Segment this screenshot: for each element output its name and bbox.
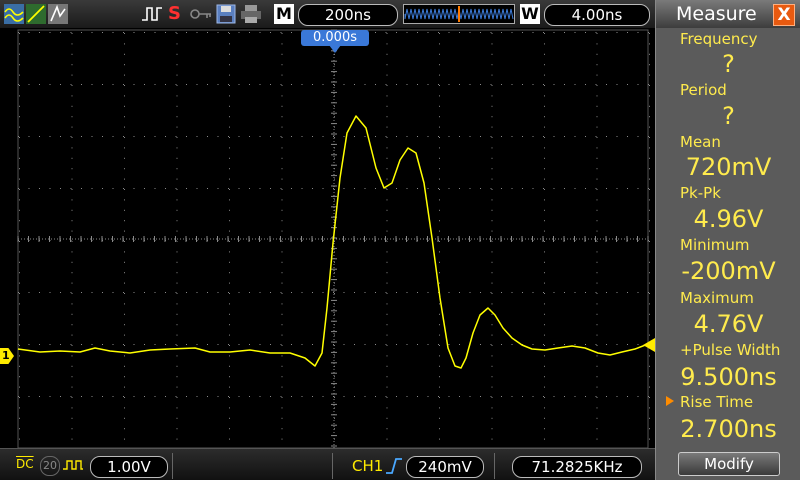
measure-panel-header: Measure X [656,0,800,28]
measure-value-pulse-width: 9.500ns [680,363,777,391]
rising-edge-icon[interactable] [385,457,403,475]
trigger-edge-icon [142,7,162,21]
measure-label-pulse-width: +Pulse Width [680,341,781,359]
trigger-position-pointer [329,45,341,53]
mode-box-label: M [274,4,294,24]
measure-label-period: Period [680,81,727,99]
trigger-position-tab[interactable]: 0.000s [301,30,369,46]
measure-value-rise-time: 2.700ns [680,415,777,443]
key-icon [190,9,211,19]
save-icon[interactable] [216,4,236,24]
status-divider [332,453,333,479]
modify-button[interactable]: Modify [678,452,780,476]
top-toolbar: S M 200ns W 4.00ns [0,0,655,28]
volts-per-div-display[interactable]: 1.00V [90,456,168,478]
memory-depth-bar[interactable] [403,4,515,24]
timebase-display[interactable]: 200ns [298,4,398,26]
bandwidth-limit-badge[interactable]: 20 [40,456,60,476]
measure-label-minimum: Minimum [680,236,750,254]
window-box-label: W [520,4,540,24]
pulse-icon[interactable] [62,457,84,473]
print-icon[interactable] [240,4,262,24]
status-divider [494,453,495,479]
measure-value-pkpk: 4.96V [693,205,764,233]
measure-label-maximum: Maximum [680,289,754,307]
status-divider [172,453,173,479]
waveform-display[interactable]: 0.000s 1 [0,28,655,450]
trigger-source-label[interactable]: CH1 [352,457,383,475]
close-button[interactable]: X [773,4,795,26]
waveform-graticule [17,29,650,450]
trigger-level-marker[interactable] [643,338,655,352]
waveform-mode-icon[interactable] [4,4,24,24]
measure-value-frequency: ? [722,50,735,78]
status-bar: DC 20 1.00V CH1 240mV 71.2825KHz [0,448,655,480]
measure-panel-title: Measure [676,3,757,25]
measure-value-maximum: 4.76V [693,310,764,338]
ramp-mode-icon[interactable] [26,4,46,24]
measure-panel: Measure X Frequency ? Period ? Mean 720m… [655,0,800,480]
measure-label-frequency: Frequency [680,30,758,48]
trigger-level-display[interactable]: 240mV [406,456,484,478]
trigger-status: S [168,3,181,24]
measure-label-mean: Mean [680,133,721,151]
dc-coupling-label[interactable]: DC [16,457,34,471]
measure-value-mean: 720mV [685,153,772,181]
measure-label-pkpk: Pk-Pk [680,184,721,202]
window-time-display[interactable]: 4.00ns [544,4,650,26]
selected-item-arrow-icon [666,396,674,406]
frequency-counter-display: 71.2825KHz [512,456,642,478]
measure-label-rise-time: Rise Time [680,393,754,411]
persistence-icon[interactable] [48,4,68,24]
measure-value-period: ? [722,102,735,130]
measure-value-minimum: -200mV [681,257,776,285]
